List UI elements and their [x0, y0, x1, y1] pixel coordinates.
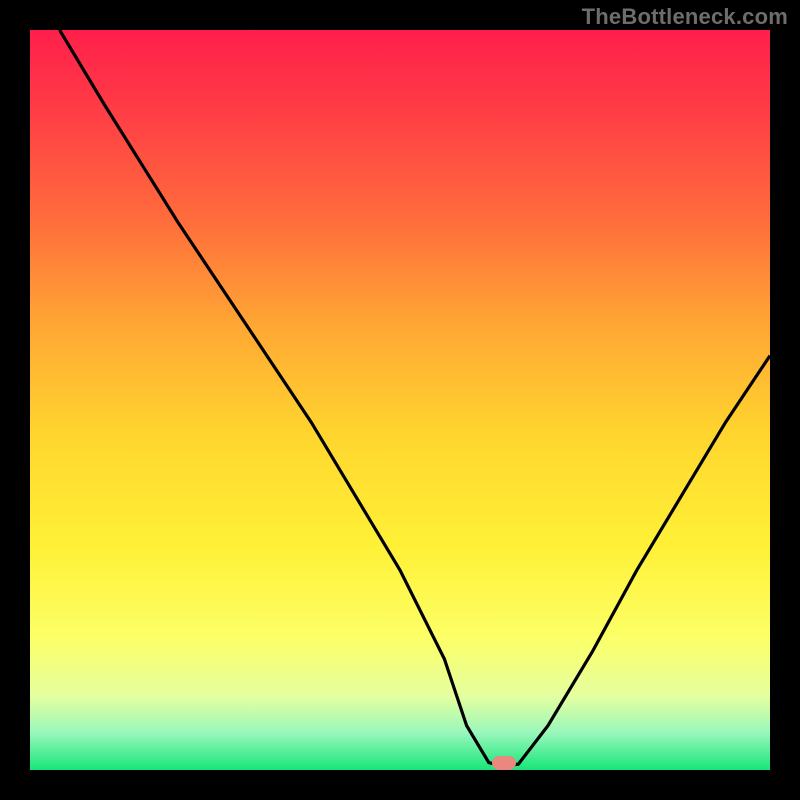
plot-area	[30, 30, 770, 770]
bottleneck-curve	[30, 30, 770, 770]
watermark-text: TheBottleneck.com	[582, 4, 788, 30]
optimal-point-marker	[492, 756, 516, 770]
curve-path	[60, 30, 770, 766]
chart-frame: TheBottleneck.com	[0, 0, 800, 800]
